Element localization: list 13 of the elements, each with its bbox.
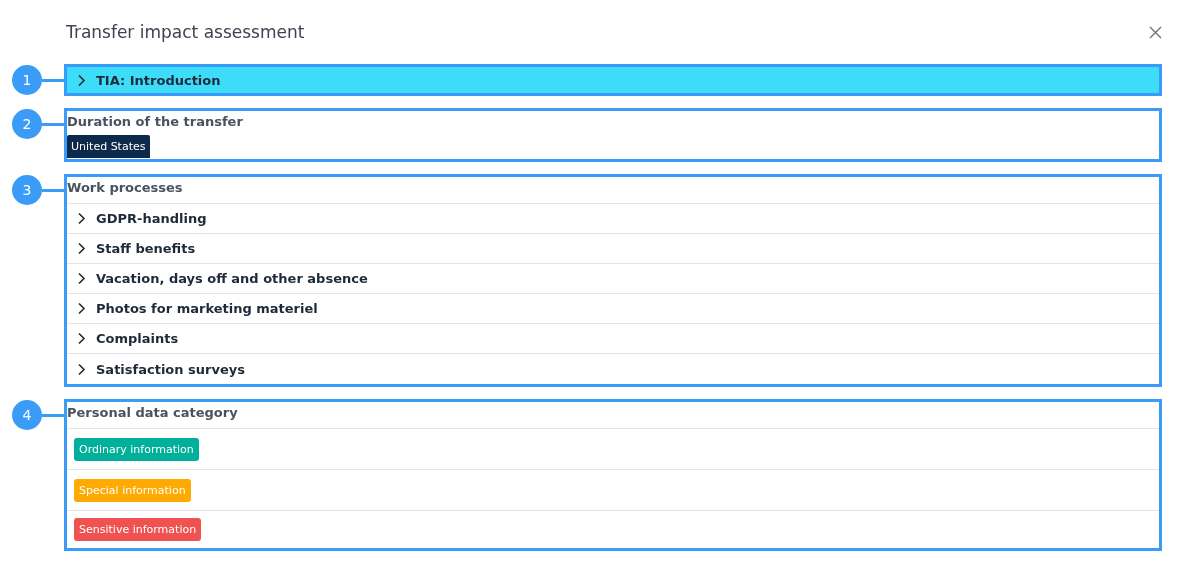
category-tag: Special information xyxy=(74,478,191,502)
category-tag: Ordinary information xyxy=(74,437,199,461)
category-tag: Sensitive information xyxy=(74,518,202,541)
callout-marker: 4 xyxy=(12,400,42,430)
callout-marker: 2 xyxy=(12,109,42,139)
dialog-title: Transfer impact assessment xyxy=(66,22,305,42)
section-heading: Duration of the transfer xyxy=(67,113,244,131)
callout-marker: 1 xyxy=(12,65,42,95)
country-tag: United States xyxy=(67,135,150,158)
accordion-header[interactable]: TIA: Introduction xyxy=(64,64,1162,96)
section-heading: Personal data category xyxy=(67,402,1159,429)
close-icon[interactable] xyxy=(1149,25,1162,39)
callout-marker: 3 xyxy=(12,175,42,205)
